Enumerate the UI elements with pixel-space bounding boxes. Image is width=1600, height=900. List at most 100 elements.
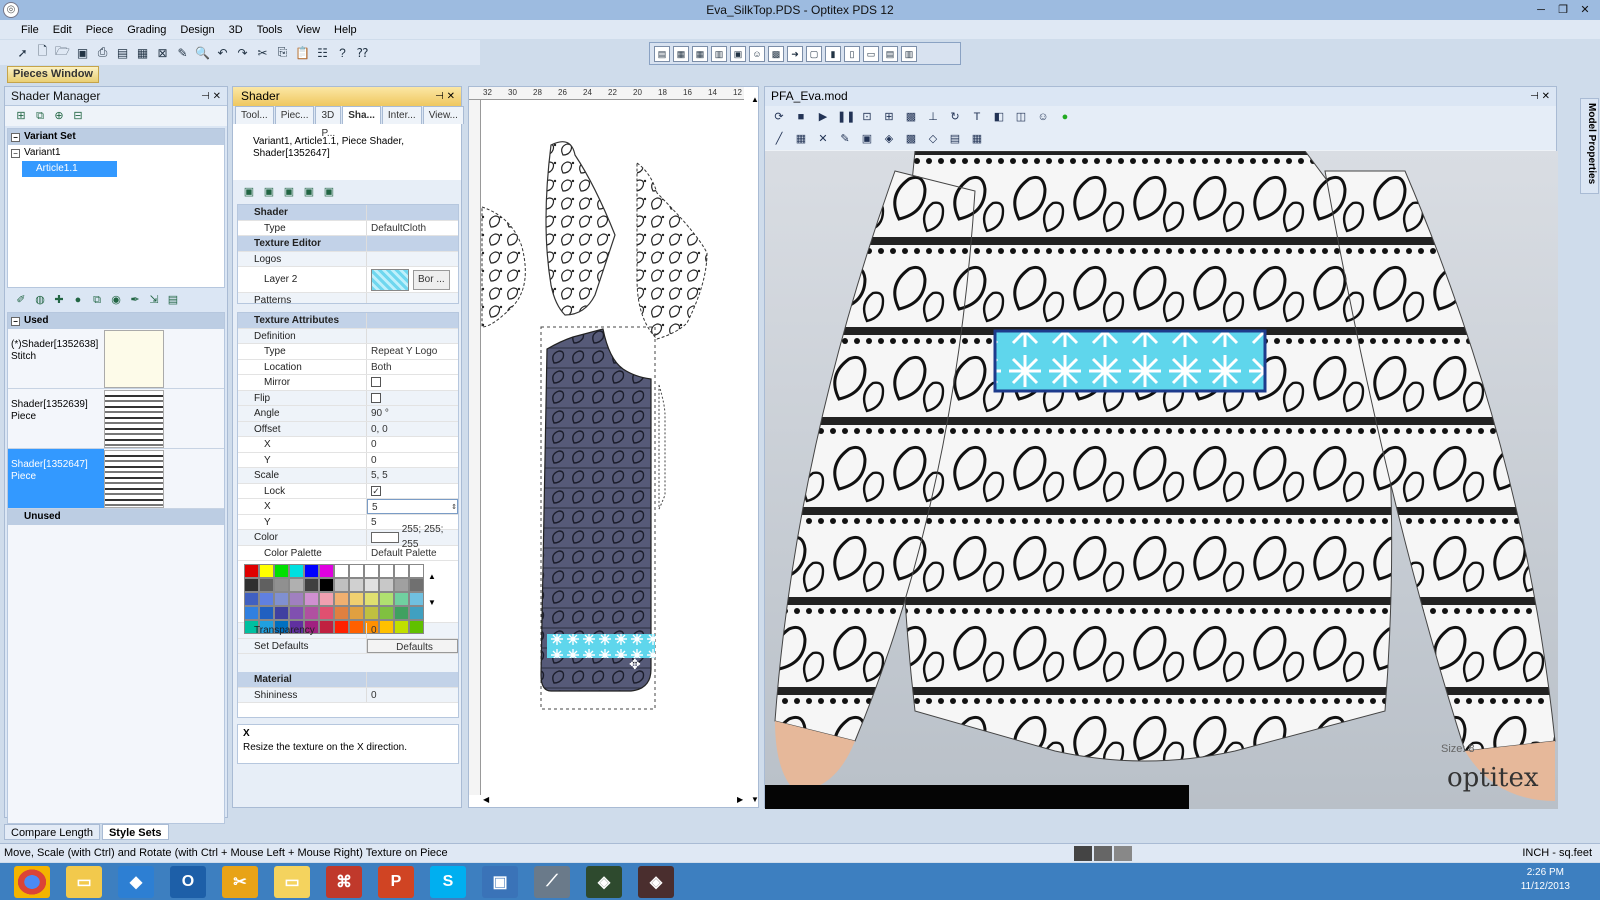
stop-icon[interactable]: ■: [793, 109, 809, 125]
tab-piece[interactable]: Piec...: [274, 106, 315, 124]
print-icon[interactable]: ⎙: [94, 44, 111, 61]
shader-item[interactable]: (*)Shader[1352638] Stitch: [8, 329, 224, 389]
menu-design[interactable]: Design: [173, 24, 221, 36]
palette-swatch[interactable]: [274, 578, 289, 592]
menu-grading[interactable]: Grading: [120, 24, 173, 36]
palette-swatch[interactable]: [379, 564, 394, 578]
palette-swatch[interactable]: [379, 592, 394, 606]
rotate-icon[interactable]: ↻: [947, 109, 963, 125]
notes-icon[interactable]: ▥: [901, 45, 917, 62]
clock[interactable]: 2:26 PM 11/12/2013: [1521, 866, 1570, 894]
palette-swatch[interactable]: [304, 564, 319, 578]
prop-value[interactable]: 5, 5: [367, 468, 458, 483]
prop-scale-x[interactable]: X 5 ⇕: [238, 499, 458, 515]
palette-swatch[interactable]: [349, 578, 364, 592]
export-layer-icon[interactable]: ▣: [321, 184, 337, 200]
palette-swatch[interactable]: [394, 592, 409, 606]
palette-swatch[interactable]: [379, 606, 394, 620]
menu-file[interactable]: File: [14, 24, 46, 36]
palette-swatch[interactable]: [319, 592, 334, 606]
fabric-icon[interactable]: ▩: [903, 109, 919, 125]
cube-tool-icon[interactable]: ◇: [925, 131, 941, 147]
menu-piece[interactable]: Piece: [79, 24, 121, 36]
duplicate-variant-icon[interactable]: ⧉: [32, 108, 48, 124]
copy-shader-icon[interactable]: ⧉: [89, 292, 105, 308]
palette-swatch[interactable]: [244, 578, 259, 592]
wire-icon[interactable]: ⊞: [881, 109, 897, 125]
palette-swatch[interactable]: [334, 578, 349, 592]
folder-icon[interactable]: ▭: [274, 865, 310, 898]
layout-icon[interactable]: ▭: [863, 45, 879, 62]
menu-edit[interactable]: Edit: [46, 24, 79, 36]
palette-swatch[interactable]: [394, 564, 409, 578]
category-shader[interactable]: Shader: [238, 205, 458, 221]
scale-x-spinner[interactable]: 5 ⇕: [367, 499, 458, 514]
prop-mirror[interactable]: Mirror: [238, 375, 458, 391]
prop-value[interactable]: 0: [367, 453, 458, 468]
variant-row[interactable]: − Variant1: [8, 145, 224, 161]
camera-icon[interactable]: ◫: [1013, 109, 1029, 125]
palette-swatch[interactable]: [319, 564, 334, 578]
cross-tool-icon[interactable]: ✕: [815, 131, 831, 147]
shader-item[interactable]: Shader[1352639] Piece: [8, 389, 224, 449]
zoom-icon[interactable]: 🔍: [194, 44, 211, 61]
layers-tool-icon[interactable]: ▤: [947, 131, 963, 147]
prop-definition-type[interactable]: Type Repeat Y Logo: [238, 344, 458, 360]
undo-icon[interactable]: ↶: [214, 44, 231, 61]
prop-flip[interactable]: Flip: [238, 390, 458, 406]
tab-interactive[interactable]: Inter...: [381, 106, 422, 124]
folder-shader-icon[interactable]: ▤: [165, 292, 181, 308]
outlook-icon[interactable]: O: [170, 865, 206, 898]
palette-swatch[interactable]: [409, 592, 424, 606]
prop-value[interactable]: 0: [367, 688, 458, 703]
prop-lock[interactable]: Lock ✓: [238, 483, 458, 499]
unused-header[interactable]: Unused: [8, 509, 224, 525]
palette-swatch[interactable]: [394, 578, 409, 592]
new-file-icon[interactable]: 🗋: [34, 44, 51, 61]
prop-value[interactable]: Repeat Y Logo: [367, 344, 458, 359]
palette-icon[interactable]: ◍: [32, 292, 48, 308]
article-row[interactable]: Article1.1: [8, 161, 224, 177]
palette-swatch[interactable]: [289, 564, 304, 578]
used-header[interactable]: − Used: [8, 313, 224, 329]
edit-tool-icon[interactable]: ╱: [771, 131, 787, 147]
flip-checkbox[interactable]: [371, 392, 381, 403]
play-icon[interactable]: ▶: [815, 109, 831, 125]
target-icon[interactable]: ◉: [108, 292, 124, 308]
prop-color[interactable]: Color 255; 255; 255: [238, 524, 458, 550]
app-icon[interactable]: ◎: [3, 2, 19, 18]
collapse-icon[interactable]: −: [11, 316, 20, 326]
image-icon[interactable]: ▦: [134, 44, 151, 61]
prop-type[interactable]: Type DefaultCloth: [238, 220, 458, 236]
palette-swatch[interactable]: [304, 592, 319, 606]
prop-value[interactable]: DefaultCloth: [367, 221, 458, 236]
pds-icon[interactable]: ◈: [586, 865, 622, 898]
texture-tool-icon[interactable]: ▩: [903, 131, 919, 147]
ruler-app-icon[interactable]: ⟋: [534, 865, 570, 898]
arrow-icon[interactable]: ➜: [787, 45, 803, 62]
import-layer-icon[interactable]: ▣: [301, 184, 317, 200]
menu-tools[interactable]: Tools: [250, 24, 290, 36]
palette-swatch[interactable]: [289, 606, 304, 620]
mesh-tool-icon[interactable]: ▦: [969, 131, 985, 147]
explorer-icon[interactable]: ▭: [66, 865, 102, 898]
measure-icon[interactable]: ✎: [174, 44, 191, 61]
calculator-icon[interactable]: ▣: [730, 45, 746, 62]
palette-swatch[interactable]: [349, 564, 364, 578]
palette-swatch[interactable]: [259, 606, 274, 620]
properties-icon[interactable]: ☷: [314, 44, 331, 61]
add-variant-icon[interactable]: ⊞: [13, 108, 29, 124]
palette-swatch[interactable]: [244, 592, 259, 606]
palette-swatch[interactable]: [349, 592, 364, 606]
brush-icon[interactable]: ✐: [13, 292, 29, 308]
palette-swatch[interactable]: [304, 606, 319, 620]
fit-icon[interactable]: ⊠: [154, 44, 171, 61]
shader-tool-icon[interactable]: ◈: [881, 131, 897, 147]
help-icon[interactable]: ?: [334, 44, 351, 61]
tab-tools[interactable]: Tool...: [235, 106, 274, 124]
palette-swatch[interactable]: [244, 564, 259, 578]
delete-variant-icon[interactable]: ⊟: [70, 108, 86, 124]
grid-tool-icon[interactable]: ▦: [793, 131, 809, 147]
collapse-icon[interactable]: −: [11, 148, 20, 158]
prop-offset-x[interactable]: X0: [238, 437, 458, 453]
